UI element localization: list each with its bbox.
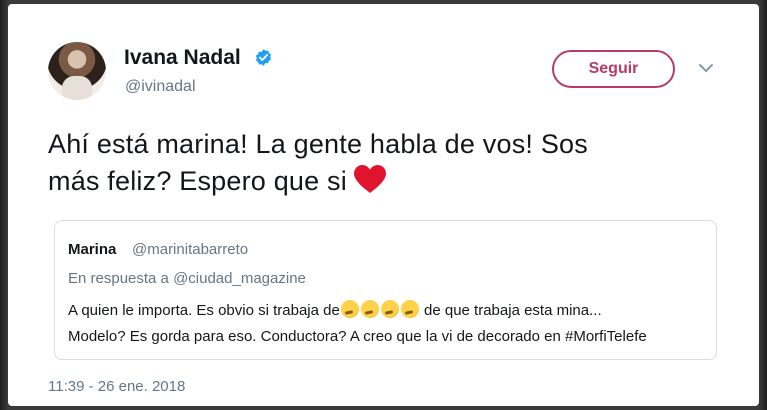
quoted-body-part-2: de que trabaja esta mina... <box>419 302 602 319</box>
verified-badge-icon <box>255 49 272 66</box>
thinking-face-emoji <box>380 300 399 318</box>
quoted-body-part-1: A quien le importa. Es obvio si trabaja … <box>68 302 340 319</box>
author-name[interactable]: Ivana Nadal <box>124 46 241 70</box>
tweet-text-line-2-content: más feliz? Espero que si <box>48 166 347 196</box>
quoted-author-handle: @marinitabarreto <box>132 241 249 258</box>
author-handle[interactable]: @ivinadal <box>125 78 196 96</box>
thinking-face-emoji <box>400 300 419 318</box>
chevron-down-icon[interactable] <box>698 62 714 74</box>
avatar[interactable] <box>48 42 106 100</box>
follow-button[interactable]: Seguir <box>552 50 675 88</box>
quoted-author-name: Marina <box>68 241 117 258</box>
tweet-text-line-1: Ahí está marina! La gente habla de vos! … <box>48 129 588 159</box>
quoted-tweet-body: A quien le importa. Es obvio si trabaja … <box>68 298 708 350</box>
tweet-card: Ivana Nadal @ivinadal Seguir Ahí está ma… <box>8 4 759 406</box>
quoted-body-line-2: Modelo? Es gorda para eso. Conductora? A… <box>68 328 647 345</box>
tweet-timestamp[interactable]: 11:39 - 26 ene. 2018 <box>48 378 185 395</box>
quoted-body-line-1: A quien le importa. Es obvio si trabaja … <box>68 298 708 324</box>
thinking-face-emoji <box>340 300 359 318</box>
thinking-face-emoji <box>360 300 379 318</box>
tweet-text: Ahí está marina! La gente habla de vos! … <box>48 126 688 200</box>
red-heart-emoji <box>353 165 386 193</box>
tweet-text-line-2: más feliz? Espero que si <box>48 163 688 200</box>
quoted-reply-context: En respuesta a @ciudad_magazine <box>68 270 306 287</box>
avatar-figure <box>62 76 92 100</box>
quoted-tweet[interactable]: Marina @marinitabarreto En respuesta a @… <box>54 220 717 360</box>
screenshot-frame: Ivana Nadal @ivinadal Seguir Ahí está ma… <box>0 0 767 410</box>
